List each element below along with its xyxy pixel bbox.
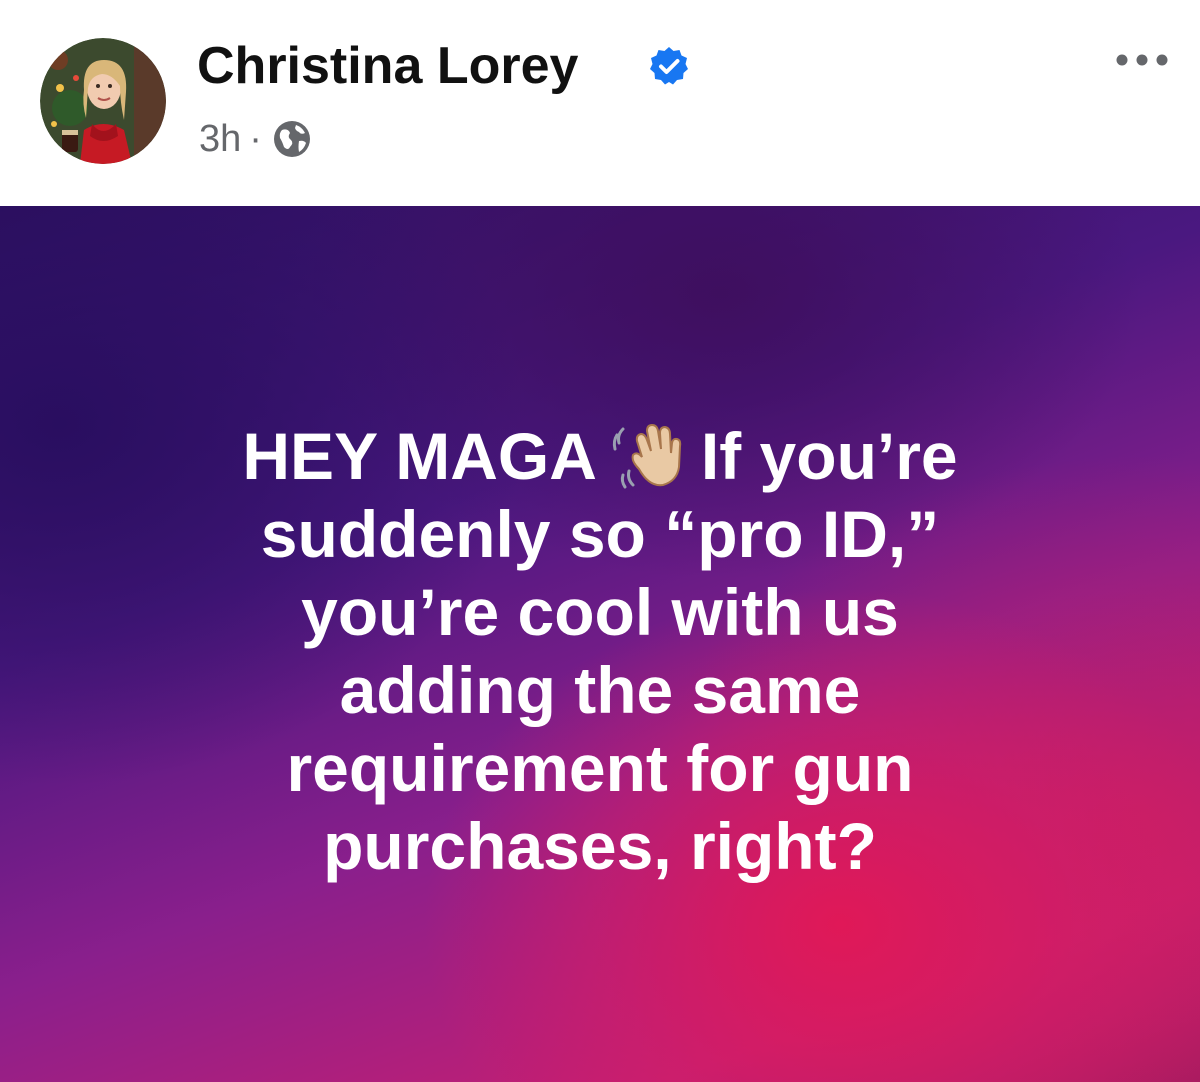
banner-line-5: requirement for gun [286,731,914,805]
author-avatar[interactable] [40,38,166,164]
facebook-post: Christina Lorey 3h · HEY MAGA If you’re … [0,0,1200,1082]
banner-line-1: HEY MAGA If you’re [0,417,1200,495]
avatar-photo [40,38,166,164]
waving-hand-icon [609,419,691,491]
text-background-banner: HEY MAGA If you’re suddenly so “pro ID,”… [0,206,1200,1082]
banner-text: HEY MAGA If you’re suddenly so “pro ID,”… [0,417,1200,885]
author-name[interactable]: Christina Lorey [197,34,578,98]
meta-separator: · [249,117,262,160]
verified-badge-icon [650,47,688,85]
banner-line-2: suddenly so “pro ID,” [260,497,940,571]
post-timestamp[interactable]: 3h [199,118,241,161]
post-header: Christina Lorey 3h · [0,0,1200,206]
banner-line-4: adding the same [339,653,861,727]
more-options-icon [1116,54,1168,66]
banner-question-start: If you’re [700,419,958,493]
more-options-button[interactable] [1112,40,1172,80]
post-meta: 3h · [199,114,312,164]
banner-line-6: purchases, right? [323,809,877,883]
banner-line-3: you’re cool with us [301,575,899,649]
globe-icon[interactable] [272,119,312,159]
banner-greeting: HEY MAGA [242,419,597,493]
